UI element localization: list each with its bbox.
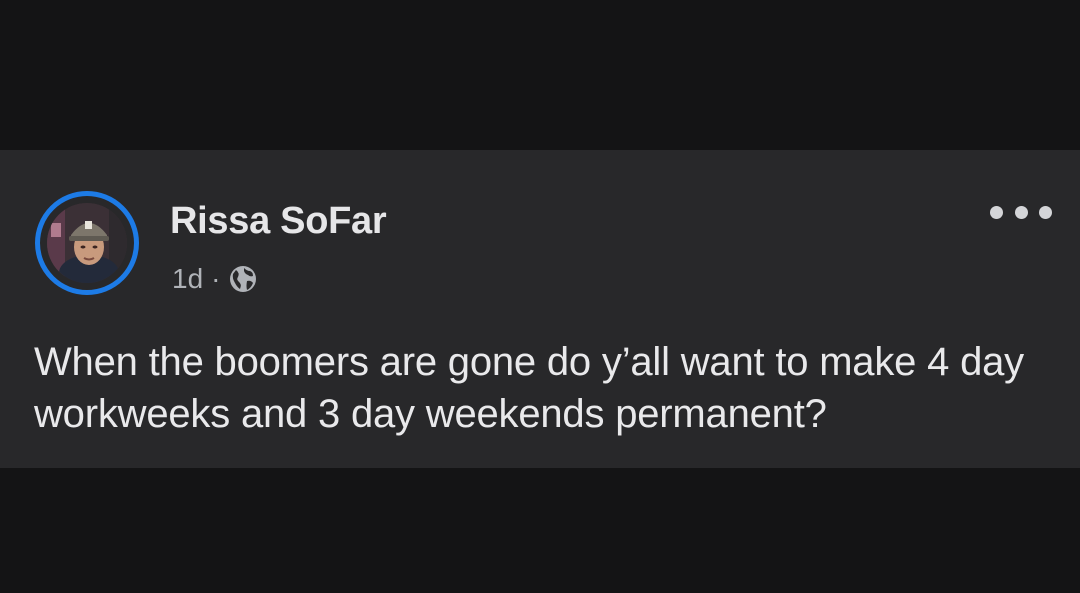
author-name[interactable]: Rissa SoFar: [170, 199, 387, 243]
post-card: Rissa SoFar 1d · When the boomers are go…: [0, 150, 1080, 468]
post-text: When the boomers are gone do y’all want …: [34, 340, 1024, 436]
avatar-story-ring[interactable]: [35, 191, 139, 295]
globe-icon[interactable]: [228, 264, 258, 294]
post-timestamp[interactable]: 1d: [172, 263, 203, 295]
avatar-photo: [47, 203, 127, 283]
post-meta: 1d ·: [172, 260, 258, 298]
avatar[interactable]: [47, 203, 127, 283]
dot: [1014, 205, 1028, 219]
more-options-icon[interactable]: [990, 202, 1052, 222]
meta-separator: ·: [211, 263, 221, 294]
dot: [1039, 205, 1052, 219]
dot: [990, 205, 1003, 219]
